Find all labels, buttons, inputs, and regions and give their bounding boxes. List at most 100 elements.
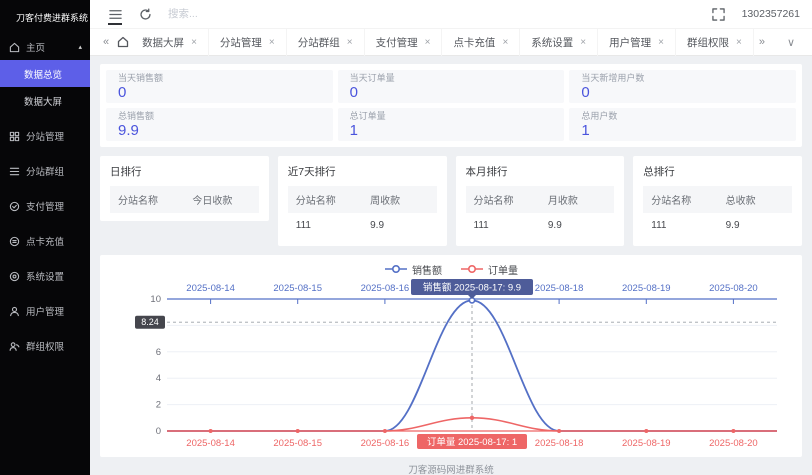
svg-text:2025-08-14: 2025-08-14 bbox=[186, 438, 235, 449]
tabs-scroll-left-icon[interactable]: « bbox=[98, 36, 114, 48]
svg-text:8.24: 8.24 bbox=[141, 317, 159, 327]
ranking-card-total: 总排行 分站名称 总收款 111 9.9 bbox=[633, 156, 802, 246]
sidebar-item-label: 数据大屏 bbox=[24, 96, 63, 108]
cell-site-name: 111 bbox=[473, 220, 489, 231]
ranking-card-7days: 近7天排行 分站名称 周收款 111 9.9 bbox=[277, 156, 447, 246]
col-header-site-name: 分站名称 bbox=[651, 196, 692, 207]
svg-text:10: 10 bbox=[150, 294, 161, 305]
ranking-header: 分站名称 总收款 bbox=[643, 186, 792, 213]
tab-card-recharge[interactable]: 点卡充值 × bbox=[442, 28, 521, 56]
sidebar-item-system-settings[interactable]: 系统设置 bbox=[0, 263, 90, 289]
stat-label: 当天销售额 bbox=[118, 73, 164, 83]
y-axis-labels: 10 6 4 2 0 bbox=[150, 294, 161, 437]
tooltip-orders: 订单量 2025-08-17: 1 bbox=[417, 434, 527, 449]
cell-amount: 9.9 bbox=[725, 220, 740, 231]
col-header-amount: 总收款 bbox=[725, 196, 756, 207]
svg-text:2025-08-18: 2025-08-18 bbox=[535, 438, 584, 449]
stat-label: 总订单量 bbox=[349, 111, 386, 121]
sidebar-item-user-mgmt[interactable]: 用户管理 bbox=[0, 298, 90, 324]
tab-site-group[interactable]: 分站群组 × bbox=[287, 28, 365, 56]
svg-text:销售额 2025-08-17: 9.9: 销售额 2025-08-17: 9.9 bbox=[423, 282, 521, 294]
legend-item-sales[interactable]: 销售额 bbox=[384, 262, 442, 277]
user-icon bbox=[9, 306, 20, 317]
sidebar-item-card-recharge[interactable]: 点卡充值 bbox=[0, 228, 90, 254]
tab-label: 分站群组 bbox=[297, 36, 340, 49]
tab-data-screen[interactable]: 数据大屏 × bbox=[131, 28, 209, 56]
app-title: 刀客付费进群系统 bbox=[16, 13, 89, 23]
sidebar-item-site-mgmt[interactable]: 分站管理 bbox=[0, 123, 90, 149]
close-icon[interactable]: × bbox=[580, 37, 586, 48]
close-icon[interactable]: × bbox=[502, 37, 508, 48]
table-row: 111 9.9 bbox=[643, 213, 792, 238]
app-window: 刀客付费进群系统 主页 ▴ 数据总览 数据大屏 分站管理 分站群组 支付管理 点… bbox=[0, 0, 812, 475]
stat-label: 总用户数 bbox=[581, 111, 618, 121]
chart-panel: 销售额 订单量 2025-08-14 2025-08-15 2025-08-16… bbox=[100, 255, 802, 457]
sidebar-item-group-perms[interactable]: 群组权限 bbox=[0, 333, 90, 359]
rankings-row: 日排行 分站名称 今日收款 近7天排行 分站名称 周收款 111 9.9 本月排… bbox=[100, 156, 802, 246]
sidebar-item-data-overview[interactable]: 数据总览 bbox=[0, 60, 90, 87]
list-icon bbox=[9, 166, 20, 177]
chevron-up-icon: ▴ bbox=[78, 44, 82, 51]
refresh-icon[interactable] bbox=[132, 0, 158, 28]
ranking-card-month: 本月排行 分站名称 月收款 111 9.9 bbox=[455, 156, 625, 246]
stat-card-total-sales: 总销售额 9.9 bbox=[106, 108, 333, 141]
axis-pointer-badge: 8.24 bbox=[135, 315, 165, 329]
stat-value: 0 bbox=[118, 84, 127, 101]
ranking-header: 分站名称 月收款 bbox=[465, 186, 615, 213]
sidebar-item-label: 支付管理 bbox=[26, 202, 65, 213]
close-icon[interactable]: × bbox=[347, 37, 353, 48]
svg-text:2025-08-19: 2025-08-19 bbox=[622, 283, 671, 294]
tab-home[interactable] bbox=[114, 29, 131, 56]
close-icon[interactable]: × bbox=[269, 37, 275, 48]
tabs-menu-chevron-icon[interactable]: ∨ bbox=[782, 36, 800, 49]
tab-payment[interactable]: 支付管理 × bbox=[365, 28, 443, 56]
tab-site-mgmt[interactable]: 分站管理 × bbox=[209, 28, 287, 56]
search-input[interactable] bbox=[168, 8, 298, 20]
sidebar: 刀客付费进群系统 主页 ▴ 数据总览 数据大屏 分站管理 分站群组 支付管理 点… bbox=[0, 0, 90, 475]
svg-text:0: 0 bbox=[156, 426, 161, 437]
sidebar-item-home[interactable]: 主页 ▴ bbox=[0, 34, 90, 60]
tab-group-perms[interactable]: 群组权限 × bbox=[676, 28, 754, 56]
cell-amount: 9.9 bbox=[370, 220, 385, 231]
fullscreen-icon[interactable] bbox=[706, 0, 732, 28]
stat-value: 1 bbox=[349, 122, 358, 139]
user-id[interactable]: 1302357261 bbox=[742, 8, 800, 20]
menu-collapse-icon[interactable] bbox=[102, 0, 128, 28]
tab-user-mgmt[interactable]: 用户管理 × bbox=[598, 28, 676, 56]
tab-label: 数据大屏 bbox=[142, 36, 185, 49]
legend-label: 销售额 bbox=[412, 265, 442, 277]
tab-system-settings[interactable]: 系统设置 × bbox=[520, 28, 599, 56]
col-header-site-name: 分站名称 bbox=[473, 196, 514, 207]
sidebar-item-site-group[interactable]: 分站群组 bbox=[0, 158, 90, 184]
sidebar-item-label: 系统设置 bbox=[26, 272, 65, 283]
close-icon[interactable]: × bbox=[425, 37, 431, 48]
svg-text:2025-08-16: 2025-08-16 bbox=[361, 438, 410, 449]
col-header-amount: 周收款 bbox=[370, 196, 401, 207]
svg-text:2025-08-16: 2025-08-16 bbox=[361, 283, 410, 294]
tab-label: 群组权限 bbox=[686, 36, 729, 49]
svg-text:2: 2 bbox=[156, 400, 161, 411]
close-icon[interactable]: × bbox=[658, 37, 664, 48]
tab-label: 系统设置 bbox=[531, 36, 574, 49]
legend-item-orders[interactable]: 订单量 bbox=[460, 262, 518, 277]
tab-label: 分站管理 bbox=[219, 36, 262, 49]
close-icon[interactable]: × bbox=[736, 37, 742, 48]
close-icon[interactable]: × bbox=[191, 37, 197, 48]
line-chart[interactable]: 2025-08-14 2025-08-15 2025-08-16 2025-08… bbox=[111, 277, 791, 455]
col-header-amount: 月收款 bbox=[547, 196, 578, 207]
stat-value: 9.9 bbox=[118, 122, 139, 139]
col-header-amount: 今日收款 bbox=[192, 196, 233, 207]
svg-text:2025-08-15: 2025-08-15 bbox=[273, 438, 322, 449]
table-row: 111 9.9 bbox=[466, 213, 615, 238]
stat-label: 当天新增用户数 bbox=[581, 73, 645, 83]
sidebar-item-data-screen[interactable]: 数据大屏 bbox=[0, 87, 90, 114]
tabs-scroll-right-icon[interactable]: » bbox=[754, 36, 770, 48]
legend-marker-blue-icon bbox=[385, 264, 407, 274]
sidebar-item-payment-mgmt[interactable]: 支付管理 bbox=[0, 193, 90, 219]
main-area: 1302357261 « 数据大屏 × 分站管理 × 分站群组 × 支付管理 × 点卡充… bbox=[90, 0, 812, 475]
sidebar-item-label: 分站管理 bbox=[26, 132, 65, 143]
svg-text:2025-08-18: 2025-08-18 bbox=[535, 283, 584, 294]
table-row: 111 9.9 bbox=[288, 213, 437, 238]
ranking-title: 近7天排行 bbox=[287, 166, 336, 178]
sidebar-item-label: 分站群组 bbox=[26, 167, 65, 178]
